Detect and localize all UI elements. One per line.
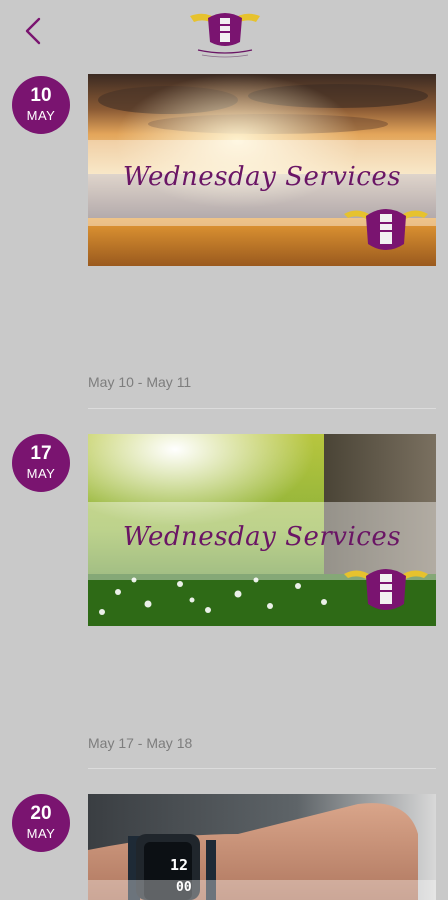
date-badge[interactable]: 17 MAY bbox=[12, 434, 70, 492]
event-banner[interactable]: Wednesday Services bbox=[88, 434, 436, 626]
date-month: MAY bbox=[26, 826, 56, 841]
date-month: MAY bbox=[26, 466, 56, 481]
date-badge[interactable]: 10 MAY bbox=[12, 76, 70, 134]
smartwatch-image bbox=[88, 794, 436, 900]
church-logo-icon bbox=[184, 4, 266, 60]
divider bbox=[88, 768, 436, 769]
event-banner[interactable]: 12 00 bbox=[88, 794, 436, 900]
app-header bbox=[0, 0, 448, 62]
date-day: 20 bbox=[30, 803, 52, 824]
banner-title: Wednesday Services bbox=[122, 162, 402, 192]
banner-title: Wednesday Services bbox=[122, 522, 402, 552]
divider bbox=[88, 408, 436, 409]
date-range: May 10 - May 11 bbox=[88, 374, 192, 390]
date-badge[interactable]: 20 MAY bbox=[12, 794, 70, 852]
event-banner[interactable]: Wednesday Services bbox=[88, 74, 436, 266]
date-range: May 17 - May 18 bbox=[88, 735, 193, 751]
date-day: 17 bbox=[30, 443, 52, 464]
date-day: 10 bbox=[30, 85, 52, 106]
date-month: MAY bbox=[26, 108, 56, 123]
watch-time: 12 bbox=[170, 856, 189, 874]
watch-time-secondary: 00 bbox=[176, 880, 192, 895]
chevron-left-icon bbox=[25, 17, 41, 45]
back-button[interactable] bbox=[18, 14, 48, 48]
